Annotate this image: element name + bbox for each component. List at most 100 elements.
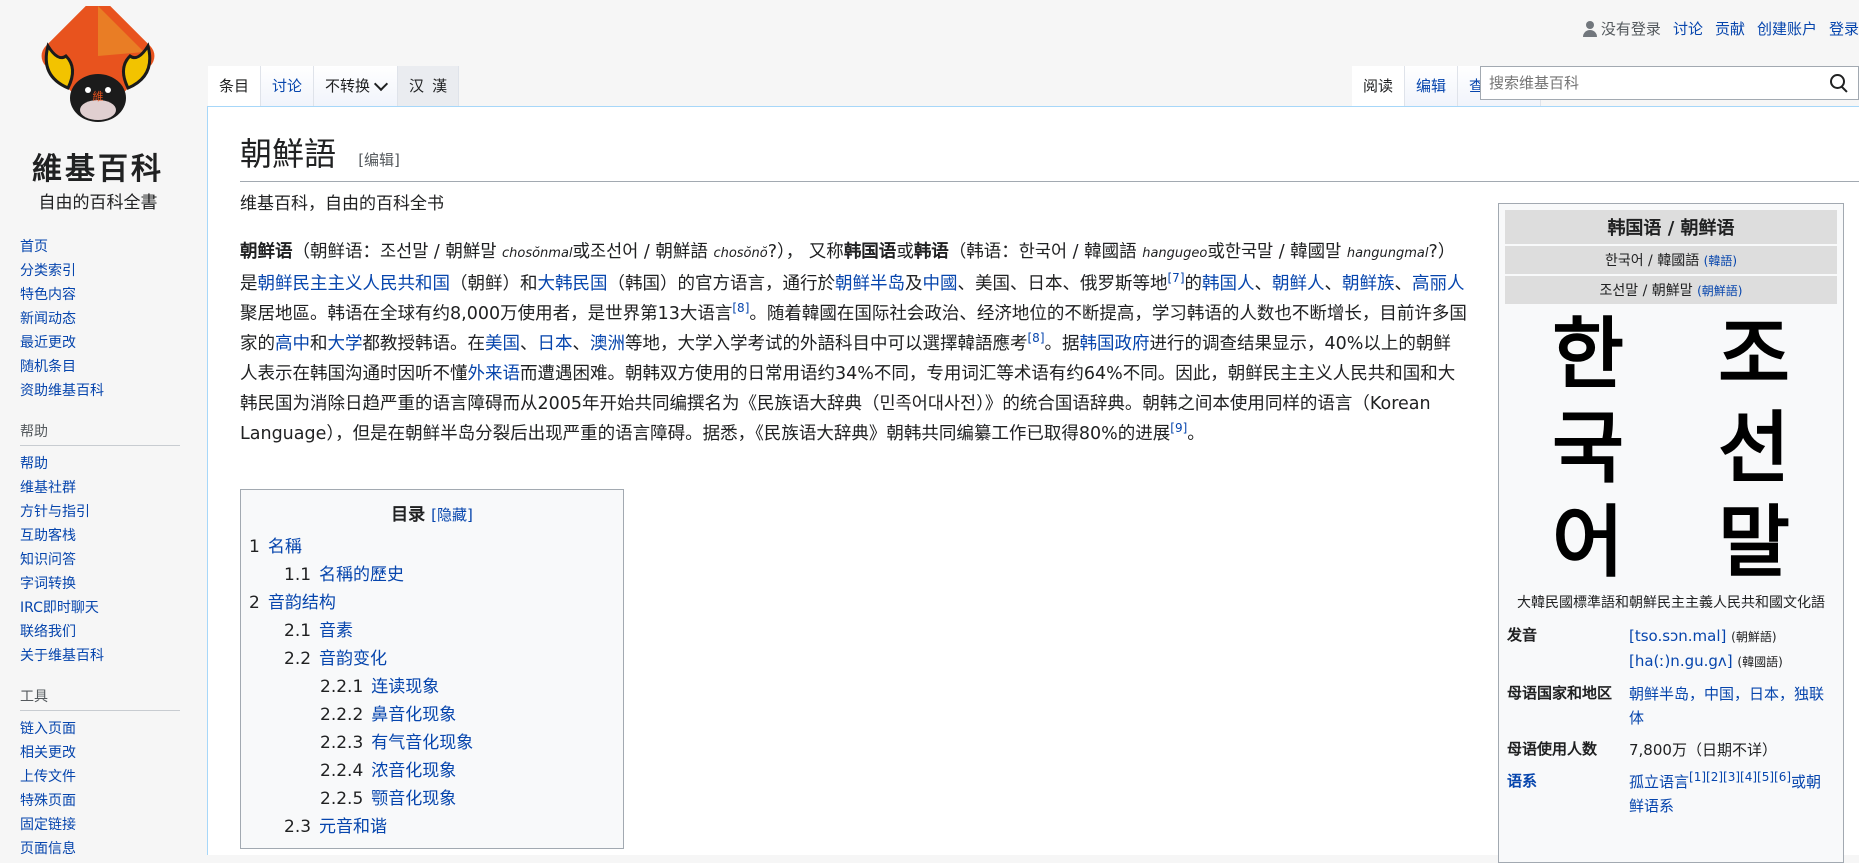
region-links[interactable]: 朝鲜半岛，中国，日本，独联体 (1629, 685, 1824, 727)
sidebar-nav-item[interactable]: 新闻动态 (20, 307, 180, 331)
citation-8[interactable]: [8] (732, 301, 749, 315)
toc-item[interactable]: 2.2 音韵变化 (249, 645, 615, 673)
site-logo[interactable]: 維 維基百科 自由的百科全書 (18, 0, 178, 213)
sidebar-nav-item[interactable]: 分类索引 (20, 259, 180, 283)
link-university[interactable]: 大学 (328, 334, 363, 354)
sidebar-help-item[interactable]: 方针与指引 (20, 500, 180, 524)
citation-7[interactable]: [7] (1168, 271, 1185, 285)
user-talk-link[interactable]: 讨论 (1673, 18, 1703, 39)
link-usa[interactable]: 美国 (485, 334, 520, 354)
sidebar-help-link[interactable]: 字词转换 (20, 576, 76, 592)
variant-dropdown[interactable]: 不转换 (314, 66, 399, 106)
toc-link[interactable]: 元音和谐 (319, 817, 387, 837)
citation-8b[interactable]: [8] (1028, 331, 1045, 345)
toc-link[interactable]: 音韵变化 (319, 649, 387, 669)
sidebar-help-link[interactable]: 维基社群 (20, 480, 76, 496)
script-traditional[interactable]: 漢 (432, 66, 447, 106)
sidebar-nav-item[interactable]: 特色内容 (20, 283, 180, 307)
search-icon[interactable] (1830, 74, 1848, 92)
link-rok[interactable]: 大韩民国 (538, 274, 608, 294)
sidebar-help-link[interactable]: 互助客栈 (20, 528, 76, 544)
script-switcher[interactable]: 汉 漢 (398, 66, 460, 106)
link-australia[interactable]: 澳洲 (590, 334, 625, 354)
toc-toggle-link[interactable]: [隐藏] (431, 506, 473, 524)
sidebar-nav-link[interactable]: 资助维基百科 (20, 383, 104, 399)
toc-link[interactable]: 连读现象 (371, 677, 439, 697)
sidebar-tool-item[interactable]: 特殊页面 (20, 789, 180, 813)
link-loanwords[interactable]: 外来语 (468, 364, 521, 384)
sidebar-help-link[interactable]: 关于维基百科 (20, 648, 104, 664)
link-korean-chinese[interactable]: 朝鲜族 (1342, 274, 1395, 294)
sidebar-nav-link[interactable]: 最近更改 (20, 335, 76, 351)
toc-item[interactable]: 2.1 音素 (249, 617, 615, 645)
sidebar-tool-link[interactable]: 相关更改 (20, 745, 76, 761)
sidebar-help-item[interactable]: 帮助 (20, 452, 180, 476)
tab-edit[interactable]: 编辑 (1404, 66, 1458, 106)
sidebar-help-item[interactable]: 字词转换 (20, 572, 180, 596)
sidebar-tool-item[interactable]: 链入页面 (20, 717, 180, 741)
link-koryo-saram[interactable]: 高丽人 (1412, 274, 1465, 294)
sidebar-tool-link[interactable]: 上传文件 (20, 769, 76, 785)
ipa-link[interactable]: [tso.sɔn.mal] (1629, 627, 1726, 645)
sidebar-nav-item[interactable]: 最近更改 (20, 331, 180, 355)
infobox-sub1-note-link[interactable]: (韓語) (1704, 254, 1737, 268)
toc-link[interactable]: 音素 (319, 621, 353, 641)
toc-item[interactable]: 2.2.2 鼻音化现象 (249, 701, 615, 729)
link-north-koreans[interactable]: 朝鲜人 (1272, 274, 1325, 294)
sidebar-nav-item[interactable]: 首页 (20, 235, 180, 259)
sidebar-help-item[interactable]: IRC即时聊天 (20, 596, 180, 620)
link-china[interactable]: 中國 (923, 274, 958, 294)
ipa-link[interactable]: [ha(ː)n.gu.gʌ] (1629, 652, 1733, 670)
sidebar-help-item[interactable]: 互助客栈 (20, 524, 180, 548)
user-contributions-link[interactable]: 贡献 (1715, 18, 1745, 39)
sidebar-tool-link[interactable]: 固定链接 (20, 817, 76, 833)
login-link[interactable]: 登录 (1829, 18, 1859, 39)
link-koreans[interactable]: 韩国人 (1202, 274, 1255, 294)
tab-article[interactable]: 条目 (208, 66, 262, 106)
infobox-sub2-note-link[interactable]: (朝鮮語) (1697, 284, 1742, 298)
link-rok-government[interactable]: 韩国政府 (1080, 334, 1150, 354)
script-simplified[interactable]: 汉 (409, 66, 424, 106)
toc-link[interactable]: 名稱 (268, 537, 302, 557)
toc-item[interactable]: 1.1 名稱的歷史 (249, 561, 615, 589)
sidebar-help-link[interactable]: IRC即时聊天 (20, 600, 99, 616)
sidebar-nav-item[interactable]: 资助维基百科 (20, 379, 180, 403)
sidebar-tool-item[interactable]: 上传文件 (20, 765, 180, 789)
sidebar-help-link[interactable]: 方针与指引 (20, 504, 90, 520)
sidebar-help-link[interactable]: 知识问答 (20, 552, 76, 568)
language-family-link[interactable]: 语系 (1507, 772, 1537, 790)
isolate-link[interactable]: 孤立语言 (1629, 773, 1689, 791)
sidebar-tool-item[interactable]: 页面信息 (20, 837, 180, 861)
search-input[interactable] (1481, 73, 1830, 93)
toc-link[interactable]: 颚音化现象 (371, 789, 456, 809)
sidebar-tool-link[interactable]: 特殊页面 (20, 793, 76, 809)
sidebar-tool-item[interactable]: 固定链接 (20, 813, 180, 837)
toc-item[interactable]: 2 音韵结构 (249, 589, 615, 617)
link-korean-peninsula[interactable]: 朝鲜半岛 (835, 274, 905, 294)
sidebar-tool-link[interactable]: 链入页面 (20, 721, 76, 737)
link-high-school[interactable]: 高中 (275, 334, 310, 354)
sidebar-help-item[interactable]: 知识问答 (20, 548, 180, 572)
sidebar-nav-link[interactable]: 特色内容 (20, 287, 76, 303)
sidebar-tool-item[interactable]: 相关更改 (20, 741, 180, 765)
link-dprk[interactable]: 朝鲜民主主义人民共和国 (258, 274, 451, 294)
sidebar-help-link[interactable]: 帮助 (20, 456, 48, 472)
toc-link[interactable]: 有气音化现象 (371, 733, 473, 753)
sidebar-nav-link[interactable]: 随机条目 (20, 359, 76, 375)
sidebar-help-item[interactable]: 关于维基百科 (20, 644, 180, 668)
toc-link[interactable]: 音韵结构 (268, 593, 336, 613)
toc-item[interactable]: 2.2.1 连读现象 (249, 673, 615, 701)
toc-item[interactable]: 2.2.4 浓音化现象 (249, 757, 615, 785)
toc-item[interactable]: 1 名稱 (249, 533, 615, 561)
sidebar-help-link[interactable]: 联络我们 (20, 624, 76, 640)
sidebar-nav-link[interactable]: 分类索引 (20, 263, 76, 279)
tab-talk[interactable]: 讨论 (261, 66, 315, 106)
toc-item[interactable]: 2.2.3 有气音化现象 (249, 729, 615, 757)
toc-item[interactable]: 2.2.5 颚音化现象 (249, 785, 615, 813)
tab-read[interactable]: 阅读 (1351, 66, 1405, 106)
toc-link[interactable]: 鼻音化现象 (371, 705, 456, 725)
family-citations[interactable]: [1][2][3][4][5][6] (1689, 770, 1791, 784)
toc-link[interactable]: 浓音化现象 (371, 761, 456, 781)
create-account-link[interactable]: 创建账户 (1757, 18, 1817, 39)
sidebar-nav-link[interactable]: 首页 (20, 239, 48, 255)
